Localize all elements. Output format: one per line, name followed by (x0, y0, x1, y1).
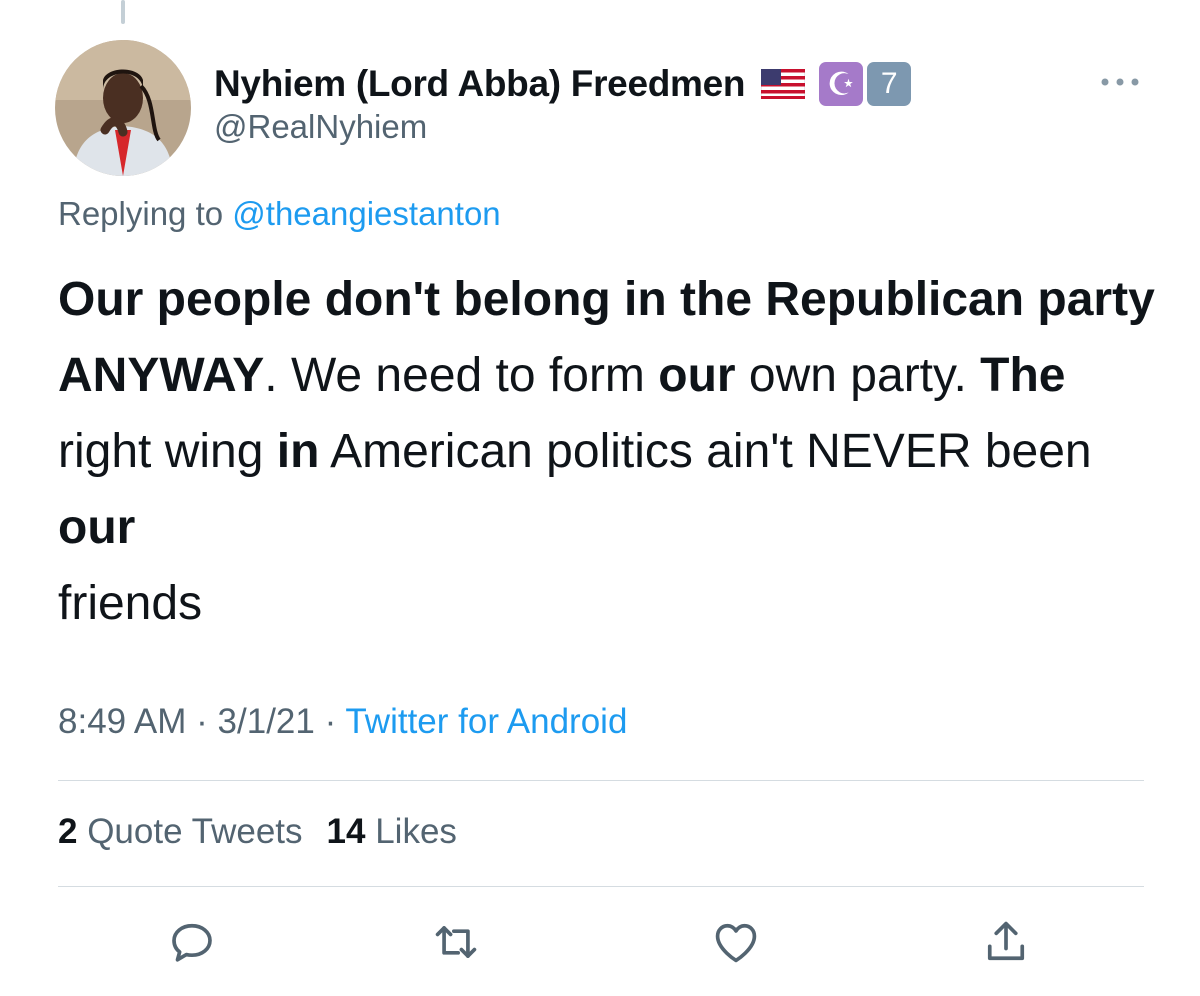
action-bar (0, 910, 1200, 980)
tweet-text-segment: . We need to form (264, 349, 659, 402)
tweet-source-link[interactable]: Twitter for Android (345, 702, 627, 741)
tweet-meta: 8:49 AM · 3/1/21 · Twitter for Android (58, 702, 627, 742)
keycap-seven-icon: 7 (867, 62, 912, 106)
divider (58, 886, 1144, 887)
share-icon (987, 921, 1025, 961)
tweet-text-segment: friends (58, 577, 203, 630)
star-and-crescent-icon: ☪ (819, 62, 864, 106)
tweet-text-segment: right wing (58, 425, 277, 478)
tweet-text: Our people don't belong in the Republica… (58, 262, 1158, 642)
tweet-text-segment: American politics ain't NEVER been (319, 425, 1092, 478)
like-count: 14 (326, 812, 366, 851)
display-name[interactable]: Nyhiem (Lord Abba) Freedmen (214, 63, 746, 105)
quote-label: Quote Tweets (87, 812, 303, 851)
author-handle[interactable]: @RealNyhiem (214, 108, 427, 146)
us-flag-icon (760, 68, 806, 100)
thread-line (121, 0, 125, 24)
meta-separator: · (196, 702, 208, 741)
tweet-date[interactable]: 3/1/21 (218, 702, 315, 741)
heart-icon (715, 923, 757, 963)
like-label: Likes (375, 812, 457, 851)
tweet-text-bold: in (276, 425, 320, 478)
tweet-text-bold: our (58, 501, 136, 554)
reply-button[interactable] (160, 910, 224, 974)
tweet-time[interactable]: 8:49 AM (58, 702, 186, 741)
author-name-row: Nyhiem (Lord Abba) Freedmen ☪ 7 (214, 60, 912, 108)
tweet-stats: 2 Quote Tweets 14 Likes (58, 812, 457, 852)
more-options-icon[interactable] (1098, 72, 1142, 92)
tweet-text-bold: The (980, 349, 1066, 402)
retweet-icon (435, 926, 477, 958)
retweet-button[interactable] (424, 910, 488, 974)
divider (58, 780, 1144, 781)
quote-count: 2 (58, 812, 78, 851)
meta-separator: · (324, 702, 337, 741)
tweet-text-bold: our (658, 349, 736, 402)
replying-to-label: Replying to (58, 195, 224, 232)
reply-mention-link[interactable]: @theangiestanton (232, 195, 500, 232)
like-button[interactable] (704, 910, 768, 974)
replying-to: Replying to @theangiestanton (58, 195, 501, 233)
reply-icon (172, 923, 212, 962)
tweet-text-segment: own party. (735, 349, 981, 402)
likes-stat[interactable]: 14 Likes (327, 812, 457, 852)
quote-tweets-stat[interactable]: 2 Quote Tweets (58, 812, 303, 852)
share-button[interactable] (974, 910, 1038, 974)
avatar-image (55, 40, 191, 176)
avatar[interactable] (55, 40, 191, 176)
